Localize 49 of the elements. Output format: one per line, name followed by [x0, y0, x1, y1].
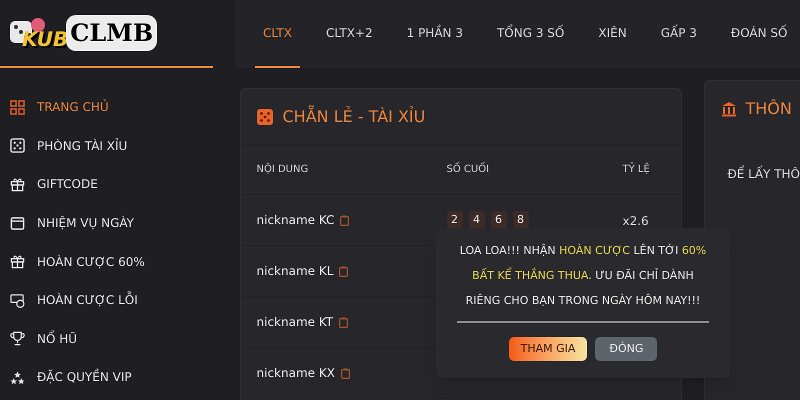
card-title: THÔN: [745, 98, 792, 120]
sidebar-item[interactable]: ĐẶC QUYỀN VIP: [0, 358, 218, 397]
column-header: NỘI DUNG: [256, 164, 308, 175]
column-header: TỶ LỆ: [622, 164, 650, 175]
sidebar-item[interactable]: NỔ HŨ: [0, 320, 218, 358]
nickname-text: nickname KT: [256, 314, 334, 331]
sidebar-item[interactable]: NHIỆM VỤ NGÀY: [0, 204, 218, 242]
window-icon: [10, 216, 25, 231]
card-title: CHẴN LẺ - TÀI XỈU: [282, 104, 426, 128]
grid-icon: [10, 100, 25, 115]
digit-badge: 4: [468, 211, 484, 229]
column-header: SỐ CUỐI: [446, 164, 490, 175]
digit-badge: 2: [446, 211, 462, 229]
join-button[interactable]: THAM GIA: [508, 337, 588, 361]
game-tab[interactable]: ĐOÁN SỐ: [722, 0, 796, 68]
trophy-icon: [10, 331, 25, 346]
promo-message: LOA LOA!!! NHẬN HOÀN CƯỢC LÊN TỚI 60% BẤT KỂ THẮNG THUA. ƯU ĐÃI CHỈ DÀNH RIÊNG CHO BẠN TRONG NGÀY HÔM NAY!!!: [458, 242, 708, 309]
clipboard-icon[interactable]: [340, 368, 350, 378]
rate-text: x2.6: [622, 214, 649, 228]
game-tab[interactable]: TỔNG 3 SỐ: [488, 0, 572, 68]
logo-text: CLMB: [66, 15, 158, 51]
game-tab[interactable]: GẤP 3: [652, 0, 705, 68]
gift-icon: [10, 176, 25, 192]
game-tab[interactable]: CLTX: [255, 0, 300, 68]
game-tab[interactable]: CLTX+2: [318, 0, 381, 68]
sidebar-item[interactable]: PHÒNG TÀI XỈU: [0, 126, 218, 166]
clipboard-icon[interactable]: [339, 316, 348, 328]
bank-icon: [721, 101, 738, 117]
logo-text: KUB: [22, 26, 68, 53]
sidebar-item[interactable]: HOÀN CƯỢC LỖI: [0, 280, 218, 320]
banknote-icon: [10, 292, 25, 308]
dice-icon: [256, 108, 272, 124]
digit-badge: 6: [490, 211, 506, 229]
nickname-text: nickname KX: [256, 365, 335, 382]
digit-badge: 8: [512, 211, 528, 229]
game-tab[interactable]: 1 PHẦN 3: [398, 0, 471, 68]
nickname-text: nickname KC: [256, 212, 334, 229]
game-tab[interactable]: XIÊN: [590, 0, 635, 68]
stars-icon: [10, 370, 25, 385]
nickname-text: nickname KL: [256, 263, 334, 280]
sidebar-item[interactable]: HOÀN CƯỢC 60%: [0, 242, 218, 281]
sidebar-item[interactable]: TRANG CHỦ: [0, 88, 218, 127]
clipboard-icon[interactable]: [340, 214, 350, 226]
clipboard-icon[interactable]: [339, 266, 348, 276]
info-text: ĐỂ LẤY THÔ: [727, 167, 800, 181]
close-button[interactable]: ĐÓNG: [595, 337, 658, 361]
dice-icon: [10, 138, 25, 154]
sidebar-item[interactable]: GIFTCODE: [0, 165, 218, 204]
gift-icon: [10, 254, 25, 270]
